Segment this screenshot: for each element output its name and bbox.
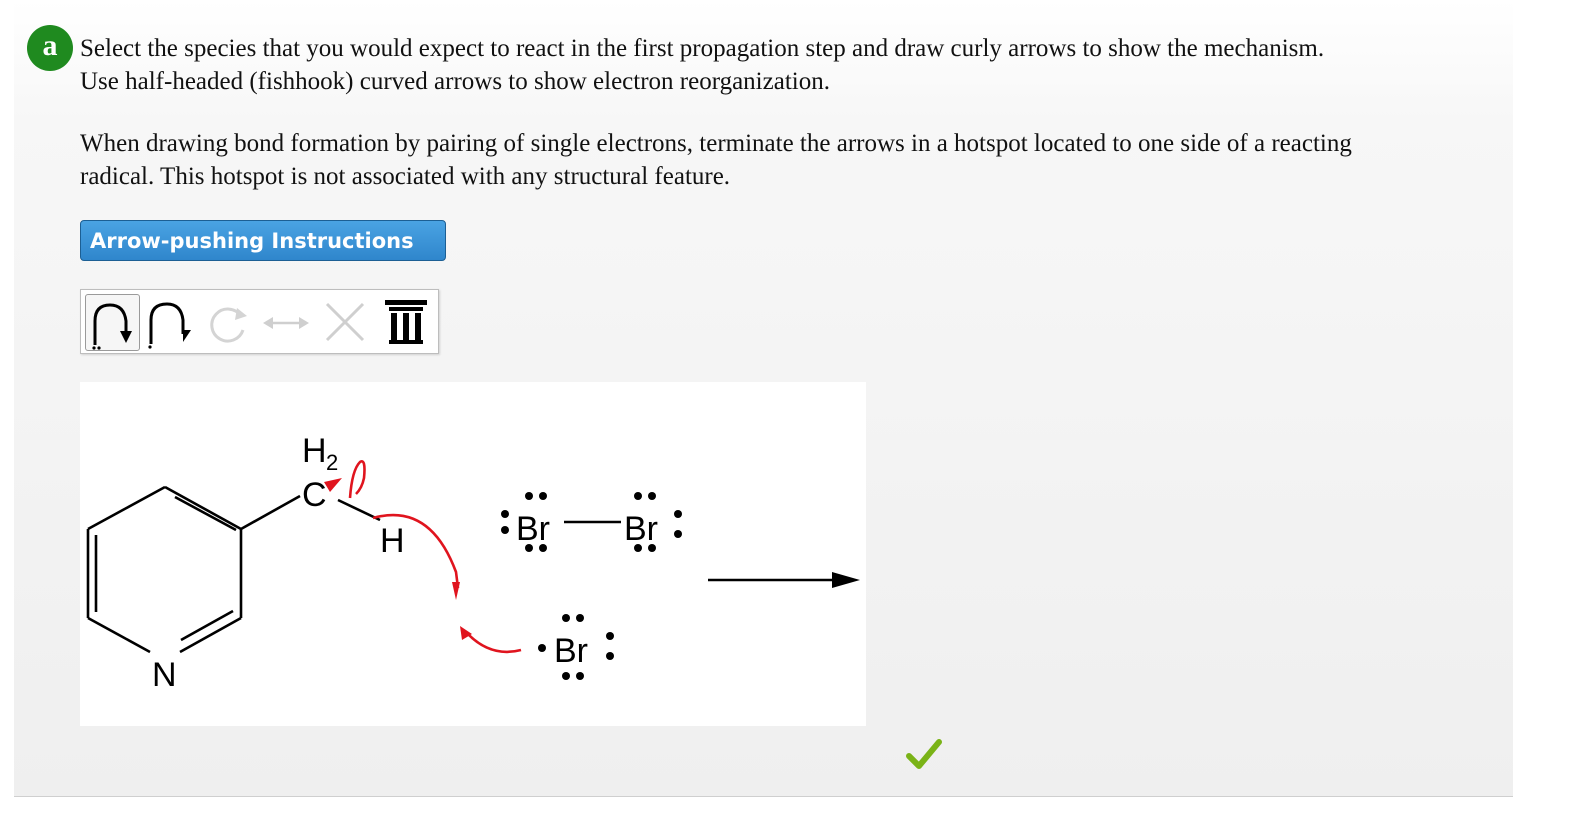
fishhook-arrow-tool[interactable] [141,294,197,351]
part-badge: a [27,25,73,71]
reaction-scheme: N C H 2 H Br Br Br [86,432,860,694]
atom-h2-subscript: 2 [326,450,338,475]
br-right: Br [624,510,658,548]
question-line-3: When drawing bond formation by pairing o… [80,130,1352,157]
atom-h: H [380,522,405,560]
full-arrow-tool[interactable] [85,294,140,351]
atom-n: N [152,656,177,694]
br-radical-atom: Br [554,632,588,670]
fishhook-arrow-c-radical [348,460,366,499]
redo-icon [210,307,247,343]
question-line-1: Select the species that you would expect… [80,35,1325,62]
drawing-canvas[interactable]: N C H 2 H Br Br Br [80,382,866,726]
redo-tool[interactable] [201,294,253,351]
br2-molecule: Br Br [501,492,682,552]
br-left: Br [516,510,550,548]
clear-tool[interactable] [319,294,371,351]
arrow-toolbar [80,289,439,354]
full-arrow-icon [92,303,132,350]
fishhook-arrow-br-radical [465,631,522,654]
atom-h2: H [302,432,327,470]
double-headed-arrow-icon [263,317,309,329]
question-line-2: Use half-headed (fishhook) curved arrows… [80,68,830,95]
atom-c: C [302,476,327,514]
reaction-arrow [708,572,860,588]
checkmark-icon [906,738,942,772]
fishhook-arrow-icon [148,302,191,349]
arrow-pushing-instructions-button[interactable]: Arrow-pushing Instructions [80,220,446,261]
delete-tool[interactable] [379,294,433,351]
close-icon [325,302,365,342]
question-line-4: radical. This hotspot is not associated … [80,163,731,190]
pyridine-ring [86,485,243,654]
question-hint: When drawing bond formation by pairing o… [80,127,1520,193]
mechanism-arrows [348,460,522,654]
br-radical: Br [538,614,614,680]
trash-icon [385,300,427,344]
question-instructions: Select the species that you would expect… [80,32,1520,98]
resonance-arrow-tool[interactable] [257,294,315,351]
